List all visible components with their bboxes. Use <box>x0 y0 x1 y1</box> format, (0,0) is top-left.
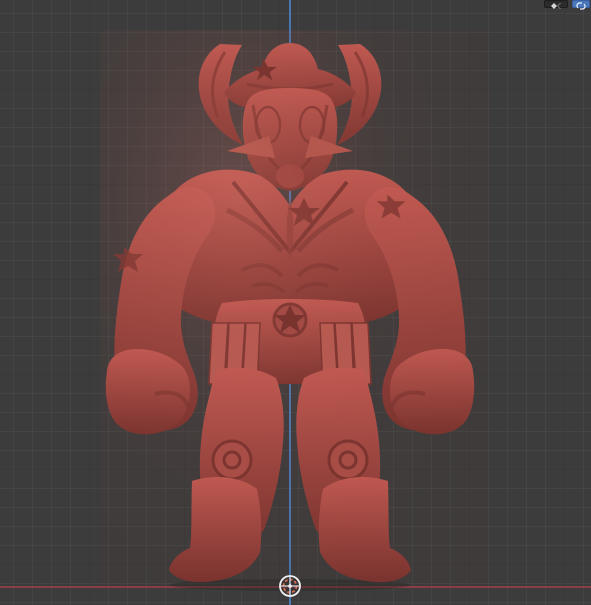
top-controls <box>535 0 591 10</box>
origin-icon[interactable] <box>278 574 302 598</box>
viewport-shading-button[interactable] <box>544 0 568 9</box>
viewport-shading-icon <box>550 0 562 14</box>
link-icon <box>576 0 586 14</box>
3d-viewport[interactable] <box>0 0 591 605</box>
character-model <box>100 30 490 591</box>
link-toggle-button[interactable] <box>572 0 590 10</box>
